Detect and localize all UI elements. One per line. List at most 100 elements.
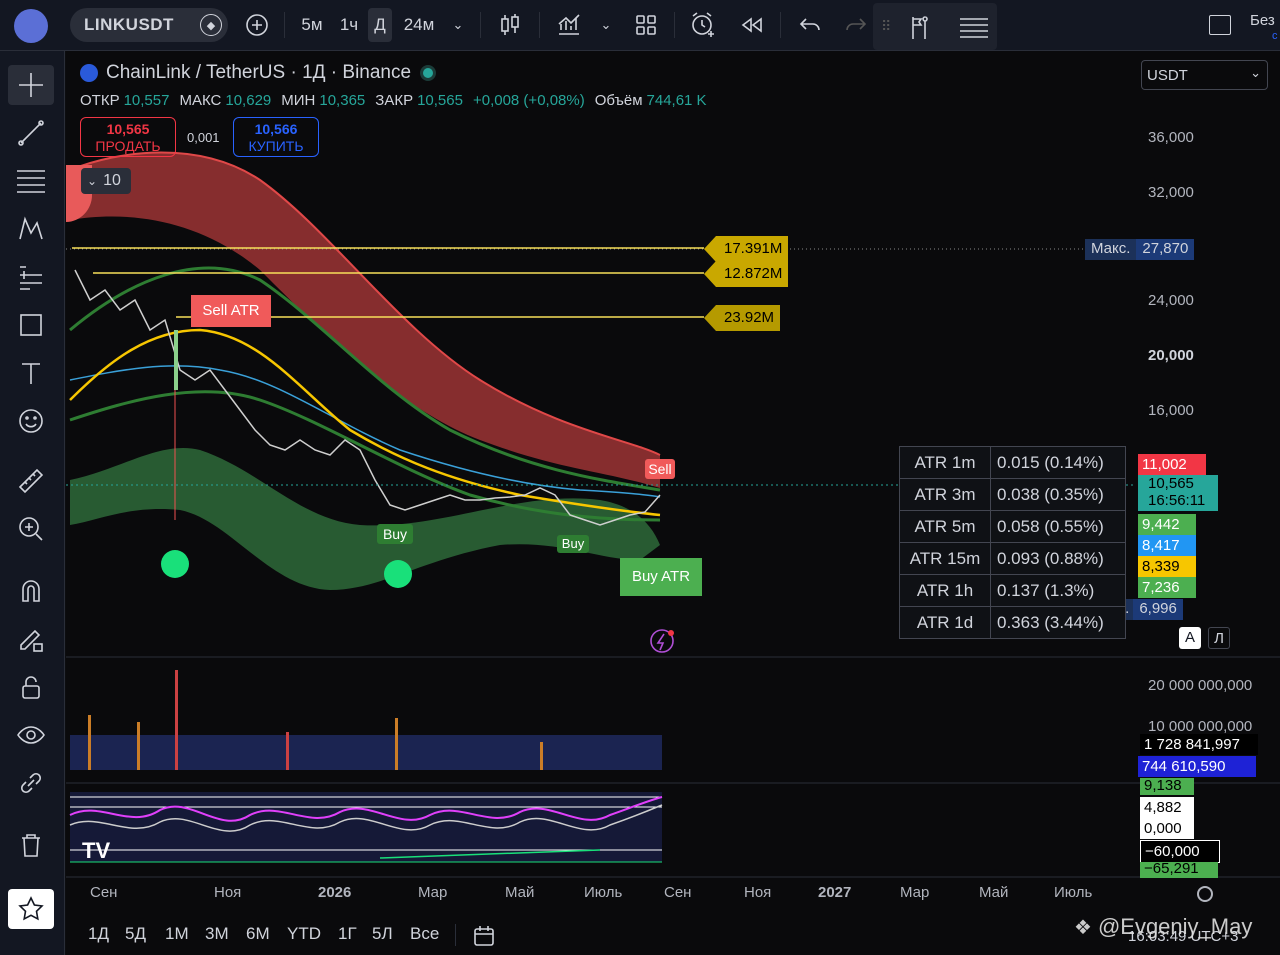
time-axis-label: Сен <box>90 884 118 901</box>
level-label-2[interactable]: 12.872M <box>704 261 789 287</box>
time-axis-label: Май <box>505 884 535 901</box>
high-label: МАКС <box>179 92 222 109</box>
open-value: 10,557 <box>123 92 170 109</box>
atr-label: ATR 1d <box>899 606 991 639</box>
table-row: ATR 3m 0.038 (0.35%) <box>899 478 1126 511</box>
osc-tag: 9,138 <box>1140 778 1194 795</box>
market-open-icon <box>423 68 434 78</box>
chevron-down-icon: ⌄ <box>87 174 98 188</box>
table-row: ATR 5m 0.058 (0.55%) <box>899 510 1126 543</box>
min-value: 6,996 <box>1133 599 1183 620</box>
currency-label: USDT <box>1147 67 1188 84</box>
symbol-title: ChainLink / TetherUS · 1Д · Binance <box>106 62 412 83</box>
chart-legend-title[interactable]: ChainLink / TetherUS · 1Д · Binance <box>80 62 434 84</box>
time-axis-label: Июль <box>1054 884 1093 901</box>
volume-axis-label: 10 000 000,000 <box>1148 718 1253 735</box>
range-separator <box>455 924 456 946</box>
close-label: ЗАКР <box>375 92 414 109</box>
price-axis-label: 20,000 <box>1148 347 1194 364</box>
atr-label: ATR 3m <box>899 478 991 511</box>
spread-value: 0,001 <box>187 130 220 145</box>
ohlc-legend: ОТКР 10,557 МАКС 10,629 МИН 10,365 ЗАКР 10,5… <box>80 92 707 109</box>
volume-value: 744,61 K <box>646 92 707 109</box>
table-row: ATR 15m 0.093 (0.88%) <box>899 542 1126 575</box>
high-value: 10,629 <box>225 92 272 109</box>
auto-scale-button[interactable]: A <box>1179 627 1201 649</box>
level-label-1[interactable]: 17.391M <box>704 236 789 262</box>
oscillator-pane <box>69 792 663 863</box>
range-ytd[interactable]: YTD <box>287 924 321 944</box>
range-6m[interactable]: 6М <box>246 924 270 944</box>
range-1d[interactable]: 1Д <box>88 924 109 944</box>
watermark: ❖ @Evgeniy_May <box>1074 914 1252 940</box>
sell-button[interactable]: 10,565 ПРОДАТЬ <box>80 117 176 157</box>
price-axis-label: 24,000 <box>1148 292 1194 309</box>
currency-select[interactable]: USDT ⌄ <box>1141 60 1268 90</box>
time-axis-label: Июль <box>584 884 623 901</box>
time-axis-label: 2027 <box>818 884 852 901</box>
watermark-text: @Evgeniy_May <box>1097 914 1253 939</box>
sell-atr-label: Sell ATR <box>191 295 271 327</box>
time-axis-label: Ноя <box>214 884 242 901</box>
buy-label-1: Buy <box>377 524 413 544</box>
diamond-logo-icon: ❖ <box>1074 916 1092 939</box>
time-axis-label: 2026 <box>318 884 352 901</box>
buy-button[interactable]: 10,566 КУПИТЬ <box>233 117 319 157</box>
level-label-3[interactable]: 23.92M <box>704 305 781 331</box>
close-value: 10,565 <box>417 92 463 109</box>
bar-countdown: 16:56:11 <box>1148 492 1206 509</box>
price-tag-upper-band: 11,002 <box>1138 454 1206 475</box>
sell-label: ПРОДАТЬ <box>95 138 161 154</box>
osc-tag: −65,291 <box>1140 861 1218 878</box>
table-row: ATR 1h 0.137 (1.3%) <box>899 574 1126 607</box>
buy-label-2: Buy <box>557 535 589 553</box>
atr-value: 0.137 (1.3%) <box>990 574 1126 607</box>
chevron-down-icon: ⌄ <box>1250 65 1261 80</box>
buy-signal-dot <box>384 560 412 588</box>
volume-bars <box>70 670 662 770</box>
change-value: +0,008 (+0,08%) <box>472 92 585 109</box>
buy-atr-label: Buy ATR <box>620 558 702 596</box>
time-axis-label: Мар <box>900 884 930 901</box>
atr-label: ATR 15m <box>899 542 991 575</box>
price-tag-green-lower: 7,236 <box>1138 577 1196 598</box>
atr-label: ATR 5m <box>899 510 991 543</box>
low-label: МИН <box>281 92 316 109</box>
price-tag-yellow: 8,339 <box>1138 556 1196 577</box>
volume-ma-tag: 1 728 841,997 <box>1140 734 1258 755</box>
atr-table: ATR 1m 0.015 (0.14%) ATR 3m 0.038 (0.35%) … <box>899 446 1126 639</box>
range-all[interactable]: Все <box>410 924 439 944</box>
price-axis-label: 16,000 <box>1148 402 1194 419</box>
range-5d[interactable]: 5Д <box>125 924 146 944</box>
price-axis-label: 36,000 <box>1148 129 1194 146</box>
atr-value: 0.038 (0.35%) <box>990 478 1126 511</box>
chainlink-logo-icon <box>80 64 98 82</box>
max-value: 27,870 <box>1136 239 1195 260</box>
price-tag-green: 9,442 <box>1138 514 1196 535</box>
tradingview-logo: TV <box>82 838 110 863</box>
atr-value: 0.363 (3.44%) <box>990 606 1126 639</box>
atr-value: 0.058 (0.55%) <box>990 510 1126 543</box>
range-1y[interactable]: 1Г <box>338 924 357 944</box>
time-axis-label: Мар <box>418 884 448 901</box>
settings-gear-icon[interactable] <box>1197 886 1213 902</box>
time-axis-label: Май <box>979 884 1009 901</box>
volume-label: Объём <box>594 92 643 109</box>
price-tag-blue: 8,417 <box>1138 535 1196 556</box>
current-price: 10,565 <box>1148 475 1194 492</box>
volume-current-tag: 744 610,590 <box>1138 756 1256 777</box>
collapse-indicators-button[interactable]: ⌄ 10 <box>81 168 131 194</box>
low-value: 10,365 <box>319 92 366 109</box>
atr-label: ATR 1m <box>899 446 991 479</box>
range-3m[interactable]: 3М <box>205 924 229 944</box>
indicator-count: 10 <box>103 172 121 189</box>
goto-date-icon[interactable] <box>472 924 496 953</box>
atr-value: 0.093 (0.88%) <box>990 542 1126 575</box>
range-5y[interactable]: 5Л <box>372 924 393 944</box>
table-row: ATR 1d 0.363 (3.44%) <box>899 606 1126 639</box>
osc-tag: 4,882 <box>1140 797 1194 818</box>
range-1m[interactable]: 1М <box>165 924 189 944</box>
log-scale-button[interactable]: Л <box>1208 627 1230 649</box>
sell-price: 10,565 <box>106 121 150 137</box>
volume-axis-label: 20 000 000,000 <box>1148 677 1253 694</box>
